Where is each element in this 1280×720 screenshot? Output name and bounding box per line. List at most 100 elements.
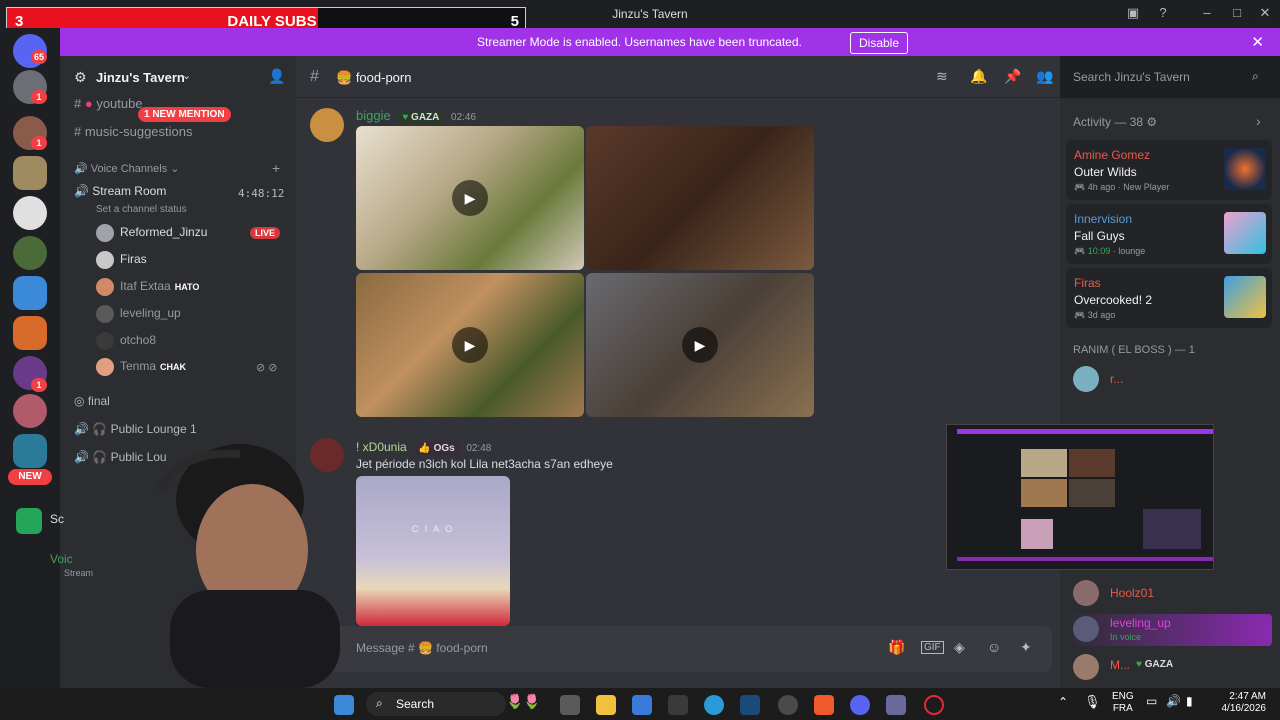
pin-icon[interactable]: 📌	[1004, 68, 1021, 85]
member-name[interactable]: M...	[1110, 658, 1130, 672]
steam-icon[interactable]	[740, 695, 760, 715]
avatar[interactable]	[1073, 366, 1099, 392]
tray-chevron-icon[interactable]: ⌃	[1058, 695, 1068, 709]
server-icon[interactable]	[13, 434, 47, 468]
message-composer[interactable]: + Message # 🍔 food-porn 🎁 GIF ◈ ☺ ✦	[304, 626, 1052, 672]
server-icon[interactable]	[13, 316, 47, 350]
role-tag: 👍 OGs	[414, 442, 459, 455]
server-icon[interactable]	[13, 236, 47, 270]
members-icon[interactable]: 👥	[1036, 68, 1053, 85]
app-icon[interactable]	[16, 508, 42, 534]
message-author[interactable]: ! xD0unia	[356, 440, 407, 454]
new-mention-pill[interactable]: 1 NEW MENTION	[138, 107, 231, 122]
voice-user[interactable]: otcho8	[96, 332, 156, 356]
voice-category[interactable]: 🔊 Voice Channels ⌄	[74, 162, 180, 175]
hash-icon: #	[74, 124, 85, 139]
channel-final[interactable]: ◎ final	[74, 394, 110, 418]
app-icon[interactable]	[668, 695, 688, 715]
gift-icon[interactable]: 🎁	[888, 639, 905, 656]
edge-icon[interactable]	[704, 695, 724, 715]
server-icon[interactable]	[13, 156, 47, 190]
server-icon[interactable]	[13, 196, 47, 230]
channel-music-suggestions[interactable]: # music-suggestions	[74, 124, 193, 148]
server-header[interactable]: ⚙ Jinzu's Tavern ⌄ 👤	[60, 56, 296, 98]
message-author[interactable]: biggie	[356, 108, 391, 123]
webcam-overlay	[156, 444, 340, 688]
start-icon[interactable]	[334, 695, 354, 715]
disable-button[interactable]: Disable	[850, 32, 909, 54]
video-attachment[interactable]: ▶	[586, 273, 814, 417]
search-box[interactable]: Search Jinzu's Tavern ⌕	[1066, 64, 1270, 90]
task-view-icon[interactable]	[560, 695, 580, 715]
video-attachment[interactable]	[586, 126, 814, 270]
brave-icon[interactable]	[814, 695, 834, 715]
voice-user[interactable]: Firas	[96, 251, 147, 275]
image-attachment[interactable]: C I A O	[356, 476, 510, 626]
voice-user[interactable]: Tenma CHAK	[96, 358, 186, 382]
avatar[interactable]	[1073, 654, 1099, 680]
voice-user[interactable]: Reformed_Jinzu	[96, 224, 207, 248]
activity-card[interactable]: Amine Gomez Outer Wilds 🎮 4h ago · New P…	[1066, 140, 1272, 200]
member-name[interactable]: Hoolz01	[1110, 586, 1154, 600]
bottom-item[interactable]: Sc	[50, 512, 64, 526]
server-badge: 1	[31, 378, 47, 392]
volume-icon[interactable]: 🔊	[1166, 694, 1181, 708]
voice-user[interactable]: Itaf Extaa HATO	[96, 278, 199, 302]
video-attachment[interactable]: ▶	[356, 126, 584, 270]
play-icon[interactable]: ▶	[452, 180, 488, 216]
video-attachment[interactable]: ▶	[356, 273, 584, 417]
invite-icon[interactable]: 👤	[268, 68, 285, 85]
maximize-icon[interactable]: □	[1228, 5, 1246, 23]
help-icon[interactable]: ?	[1154, 5, 1172, 23]
chevron-right-icon[interactable]: ›	[1256, 113, 1261, 129]
sticker-icon[interactable]: ◈	[954, 639, 965, 656]
taskbar-search[interactable]: ⌕ Search	[366, 692, 506, 716]
gif-icon[interactable]: GIF	[921, 641, 944, 654]
avatar[interactable]	[1073, 616, 1099, 642]
inbox-icon[interactable]: ▣	[1124, 5, 1142, 23]
store-icon[interactable]	[632, 695, 652, 715]
channel-youtube[interactable]: # ● youtube	[74, 96, 143, 120]
mic-icon[interactable]: 🎙	[1084, 694, 1101, 710]
preview-media	[1069, 449, 1115, 477]
activity-game: Fall Guys	[1074, 229, 1125, 243]
message-input[interactable]: Message # 🍔 food-porn	[356, 641, 488, 655]
banner-text: Streamer Mode is enabled. Usernames have…	[477, 35, 802, 49]
channel-status[interactable]: Set a channel status	[96, 204, 187, 215]
server-icon[interactable]	[13, 276, 47, 310]
threads-icon[interactable]: ≋	[936, 68, 948, 85]
language-indicator[interactable]: ENG FRA	[1112, 691, 1134, 715]
stream-preview[interactable]	[946, 424, 1214, 570]
discord-icon[interactable]	[850, 695, 870, 715]
member-name[interactable]: r...	[1110, 372, 1123, 386]
network-icon[interactable]: ▭	[1146, 694, 1157, 708]
message-header: ! xD0unia 👍 OGs 02:48	[356, 439, 491, 455]
voice-user[interactable]: leveling_up	[96, 305, 181, 329]
clock[interactable]: 2:47 AM 4/16/2026	[1212, 691, 1267, 715]
server-icon[interactable]	[13, 394, 47, 428]
opera-icon[interactable]	[924, 695, 944, 715]
new-servers-pill[interactable]: NEW	[8, 469, 52, 485]
search-input[interactable]: Search Jinzu's Tavern	[1073, 70, 1190, 84]
member-name[interactable]: leveling_up	[1110, 616, 1171, 630]
voice-connected[interactable]: Voic	[50, 552, 73, 566]
bell-icon[interactable]: 🔔	[970, 68, 987, 85]
close-window-icon[interactable]: ✕	[1256, 5, 1274, 23]
file-explorer-icon[interactable]	[596, 695, 616, 715]
avatar	[96, 251, 114, 269]
apps-icon[interactable]: ✦	[1020, 639, 1032, 656]
emoji-icon[interactable]: ☺	[987, 639, 1001, 655]
avatar[interactable]	[310, 108, 344, 142]
activity-card[interactable]: Innervision Fall Guys 🎮 10:09 · lounge	[1066, 204, 1272, 264]
activity-card[interactable]: Firas Overcooked! 2 🎮 3d ago	[1066, 268, 1272, 328]
avatar[interactable]	[1073, 580, 1099, 606]
app-icon[interactable]	[886, 695, 906, 715]
app-icon[interactable]	[778, 695, 798, 715]
play-icon[interactable]: ▶	[452, 327, 488, 363]
minimize-icon[interactable]: –	[1198, 5, 1216, 23]
add-channel-icon[interactable]: +	[272, 160, 280, 176]
play-icon[interactable]: ▶	[682, 327, 718, 363]
close-banner-icon[interactable]: ✕	[1251, 33, 1264, 51]
battery-icon[interactable]: ▮	[1186, 694, 1193, 708]
stream-room-channel[interactable]: 🔊 Stream Room	[74, 184, 166, 198]
